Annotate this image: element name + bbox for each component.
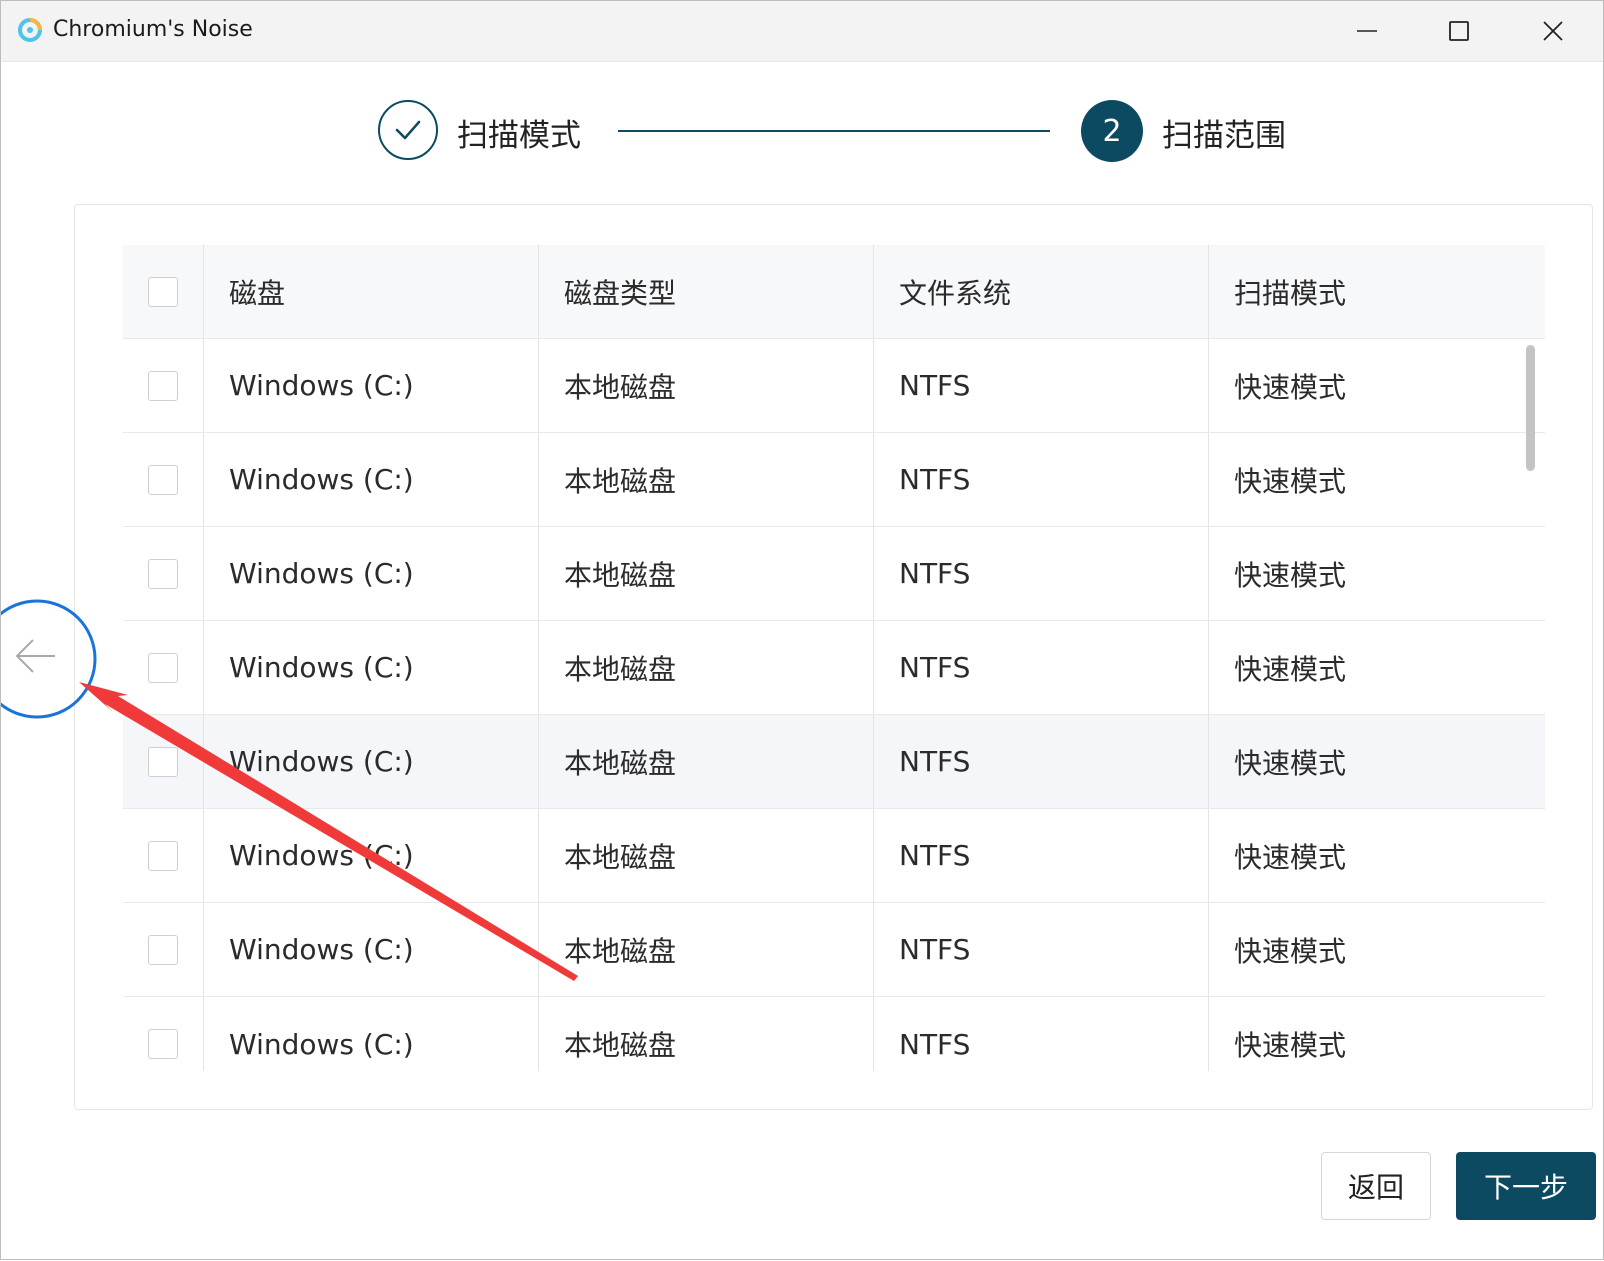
disk-cell: Windows (C:) bbox=[203, 903, 538, 996]
disk-type-cell: 本地磁盘 bbox=[538, 809, 873, 902]
row-checkbox-cell bbox=[123, 997, 203, 1071]
table-row[interactable]: Windows (C:) 本地磁盘 NTFS 快速模式 bbox=[123, 903, 1545, 997]
disk-cell: Windows (C:) bbox=[203, 621, 538, 714]
table-header: 磁盘 磁盘类型 文件系统 扫描模式 bbox=[123, 245, 1545, 339]
table-row[interactable]: Windows (C:) 本地磁盘 NTFS 快速模式 bbox=[123, 809, 1545, 903]
row-checkbox-cell bbox=[123, 527, 203, 620]
disk-type-cell: 本地磁盘 bbox=[538, 339, 873, 432]
close-button[interactable] bbox=[1513, 1, 1593, 61]
file-system-cell: NTFS bbox=[873, 339, 1208, 432]
disk-cell: Windows (C:) bbox=[203, 527, 538, 620]
step-connector bbox=[618, 130, 1050, 132]
table-row[interactable]: Windows (C:) 本地磁盘 NTFS 快速模式 bbox=[123, 997, 1545, 1071]
column-header-scan-mode: 扫描模式 bbox=[1208, 245, 1545, 338]
scan-mode-cell: 快速模式 bbox=[1208, 339, 1545, 432]
row-checkbox-cell bbox=[123, 339, 203, 432]
row-checkbox[interactable] bbox=[148, 1029, 178, 1059]
disk-cell: Windows (C:) bbox=[203, 339, 538, 432]
table-row[interactable]: Windows (C:) 本地磁盘 NTFS 快速模式 bbox=[123, 433, 1545, 527]
row-checkbox[interactable] bbox=[148, 370, 178, 401]
disk-type-cell: 本地磁盘 bbox=[538, 527, 873, 620]
row-checkbox[interactable] bbox=[148, 464, 178, 495]
table-row[interactable]: Windows (C:) 本地磁盘 NTFS 快速模式 bbox=[123, 715, 1545, 809]
title-bar: Chromium's Noise bbox=[1, 1, 1603, 62]
select-all-checkbox[interactable] bbox=[148, 276, 178, 307]
file-system-cell: NTFS bbox=[873, 433, 1208, 526]
app-window: Chromium's Noise 扫描模式 2 扫描范围 磁盘 磁盘类型 文件系… bbox=[0, 0, 1604, 1260]
column-header-disk-type: 磁盘类型 bbox=[538, 245, 873, 338]
row-checkbox-cell bbox=[123, 433, 203, 526]
table-row[interactable]: Windows (C:) 本地磁盘 NTFS 快速模式 bbox=[123, 621, 1545, 715]
file-system-cell: NTFS bbox=[873, 527, 1208, 620]
scan-mode-cell: 快速模式 bbox=[1208, 903, 1545, 996]
step-1-indicator bbox=[378, 100, 438, 160]
minimize-icon bbox=[1357, 30, 1377, 32]
scan-mode-cell: 快速模式 bbox=[1208, 997, 1545, 1071]
maximize-icon bbox=[1449, 21, 1469, 41]
disk-type-cell: 本地磁盘 bbox=[538, 621, 873, 714]
window-title: Chromium's Noise bbox=[53, 17, 253, 42]
scan-mode-cell: 快速模式 bbox=[1208, 809, 1545, 902]
app-logo-icon bbox=[17, 17, 43, 43]
table-scrollbar[interactable] bbox=[1526, 345, 1535, 471]
row-checkbox[interactable] bbox=[148, 652, 178, 683]
disk-type-cell: 本地磁盘 bbox=[538, 715, 873, 808]
minimize-button[interactable] bbox=[1327, 1, 1407, 61]
step-1-label: 扫描模式 bbox=[457, 118, 581, 154]
file-system-cell: NTFS bbox=[873, 715, 1208, 808]
step-2-indicator: 2 bbox=[1081, 100, 1143, 162]
disk-type-cell: 本地磁盘 bbox=[538, 433, 873, 526]
header-checkbox-cell bbox=[123, 245, 203, 338]
disk-type-cell: 本地磁盘 bbox=[538, 997, 873, 1071]
row-checkbox-cell bbox=[123, 809, 203, 902]
row-checkbox-cell bbox=[123, 903, 203, 996]
disk-table: 磁盘 磁盘类型 文件系统 扫描模式 Windows (C:) 本地磁盘 NTFS… bbox=[123, 245, 1545, 1071]
disk-type-cell: 本地磁盘 bbox=[538, 903, 873, 996]
file-system-cell: NTFS bbox=[873, 809, 1208, 902]
back-button[interactable]: 返回 bbox=[1321, 1152, 1431, 1220]
row-checkbox-cell bbox=[123, 621, 203, 714]
previous-page-button[interactable] bbox=[11, 631, 61, 681]
next-step-button[interactable]: 下一步 bbox=[1456, 1152, 1596, 1220]
row-checkbox[interactable] bbox=[148, 840, 178, 871]
step-2-label: 扫描范围 bbox=[1162, 118, 1286, 154]
row-checkbox-cell bbox=[123, 715, 203, 808]
row-checkbox[interactable] bbox=[148, 934, 178, 965]
column-header-disk: 磁盘 bbox=[203, 245, 538, 338]
table-row[interactable]: Windows (C:) 本地磁盘 NTFS 快速模式 bbox=[123, 527, 1545, 621]
file-system-cell: NTFS bbox=[873, 997, 1208, 1071]
arrow-left-icon bbox=[15, 639, 55, 673]
file-system-cell: NTFS bbox=[873, 621, 1208, 714]
check-icon bbox=[395, 120, 421, 140]
row-checkbox[interactable] bbox=[148, 746, 178, 777]
maximize-button[interactable] bbox=[1419, 1, 1499, 61]
table-row[interactable]: Windows (C:) 本地磁盘 NTFS 快速模式 bbox=[123, 339, 1545, 433]
close-icon bbox=[1543, 21, 1563, 41]
disk-cell: Windows (C:) bbox=[203, 997, 538, 1071]
scan-mode-cell: 快速模式 bbox=[1208, 621, 1545, 714]
disk-cell: Windows (C:) bbox=[203, 809, 538, 902]
disk-cell: Windows (C:) bbox=[203, 433, 538, 526]
scan-mode-cell: 快速模式 bbox=[1208, 715, 1545, 808]
disk-cell: Windows (C:) bbox=[203, 715, 538, 808]
file-system-cell: NTFS bbox=[873, 903, 1208, 996]
column-header-file-system: 文件系统 bbox=[873, 245, 1208, 338]
row-checkbox[interactable] bbox=[148, 558, 178, 589]
scan-mode-cell: 快速模式 bbox=[1208, 527, 1545, 620]
scan-mode-cell: 快速模式 bbox=[1208, 433, 1545, 526]
